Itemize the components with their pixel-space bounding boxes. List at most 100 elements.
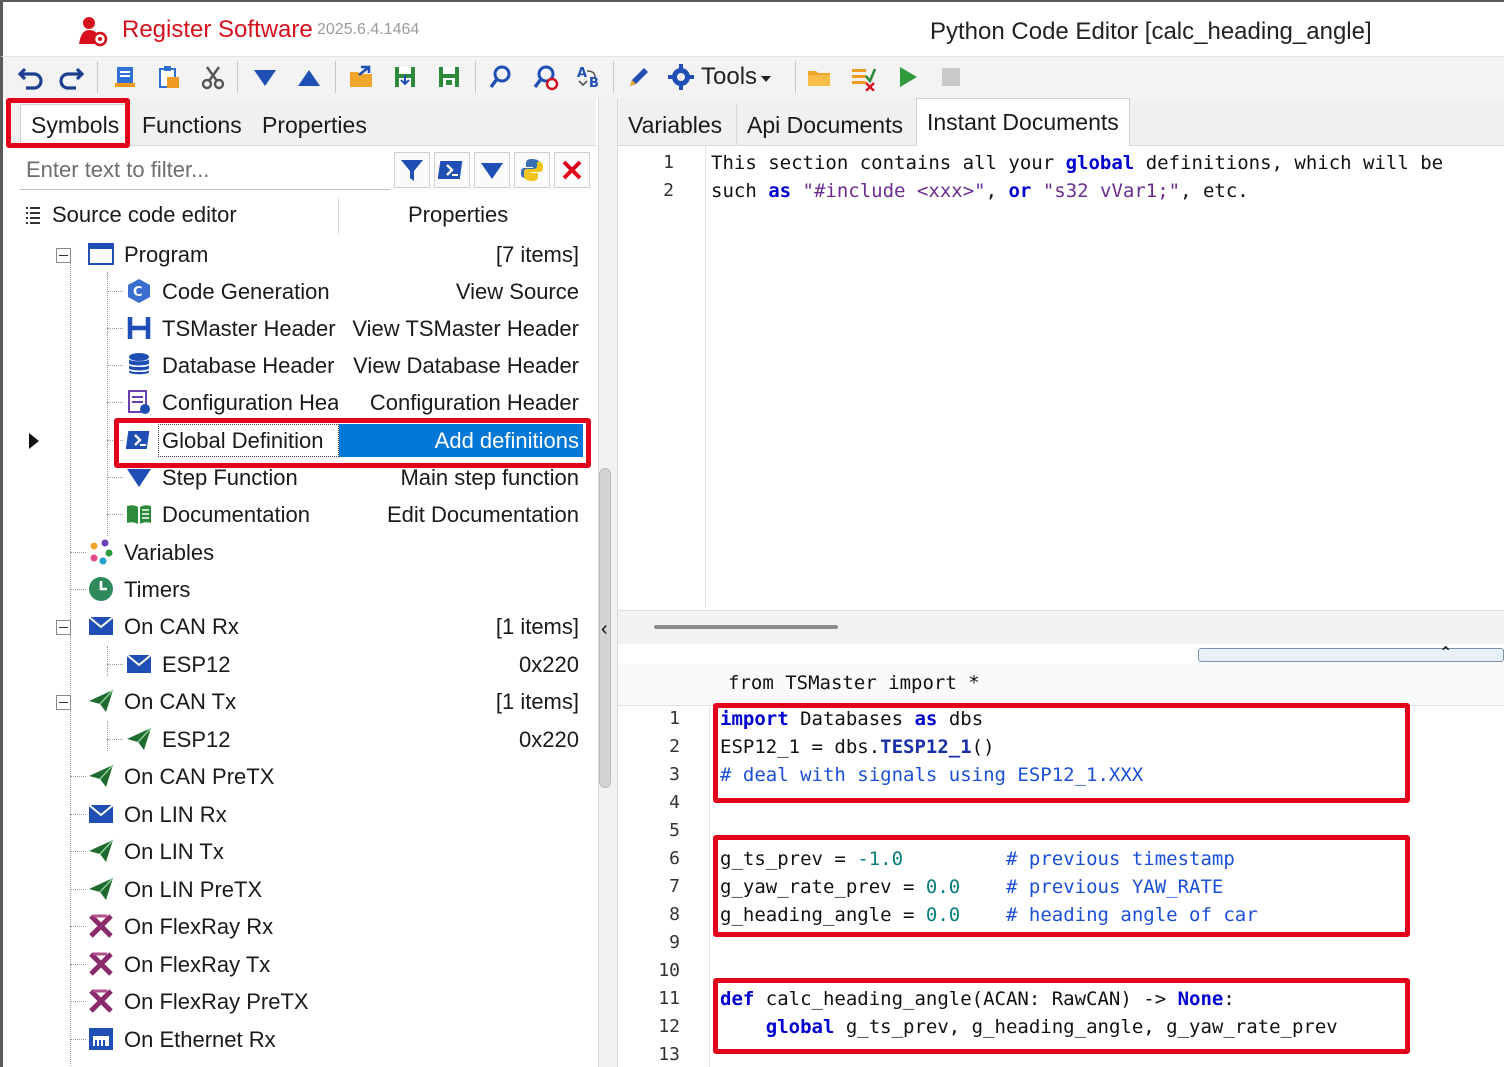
line-number-gutter: 1 2 3 4 5 6 7 8 9 10 11 12 13 <box>618 706 710 1067</box>
undo-icon[interactable] <box>15 61 47 93</box>
code-line-3: # deal with signals using ESP12_1.XXX <box>720 764 1144 786</box>
list-icon <box>26 207 40 224</box>
flexray-icon <box>87 950 115 978</box>
collapse-toggle[interactable] <box>56 695 71 710</box>
book-icon <box>125 500 153 528</box>
tree-node-database-header[interactable]: Database Header View Database Header <box>3 347 593 384</box>
tree-node-timers[interactable]: Timers <box>3 571 593 608</box>
funnel-icon[interactable] <box>394 152 430 188</box>
chevron-down-icon <box>761 76 772 82</box>
filter-input[interactable] <box>20 150 390 190</box>
envelope-icon <box>87 800 115 828</box>
tools-label: Tools <box>701 63 758 90</box>
tab-properties[interactable]: Properties <box>252 104 377 146</box>
right-tab-bar: Variables Api Documents Instant Document… <box>618 98 1504 146</box>
folder-icon[interactable] <box>803 61 835 93</box>
tree-node-label: Program <box>124 242 209 267</box>
run-icon[interactable] <box>891 61 923 93</box>
tab-instant-documents[interactable]: Instant Documents <box>916 98 1130 146</box>
tree-node-on-flexray-pretx[interactable]: On FlexRay PreTX <box>3 983 593 1020</box>
tree-node-configuration-header[interactable]: Configuration Header Configuration Heade… <box>3 384 593 421</box>
doc-line-2: such as "#include <xxx>", or "s32 vVar1;… <box>711 180 1249 202</box>
horizontal-scrollbar[interactable] <box>618 610 1504 644</box>
editor-window-title: Python Code Editor [calc_heading_angle] <box>930 18 1372 45</box>
tree-node-step-function[interactable]: Step Function Main step function <box>3 459 593 496</box>
scrollbar-thumb[interactable] <box>654 625 838 629</box>
left-tab-bar: Symbols Functions Properties <box>6 98 596 146</box>
edit-icon[interactable] <box>623 61 655 93</box>
save-icon[interactable] <box>389 61 421 93</box>
tab-functions[interactable]: Functions <box>132 104 252 146</box>
tree-node-value: [7 items] <box>495 242 579 267</box>
powershell-icon <box>125 426 153 454</box>
copy-icon[interactable] <box>109 61 141 93</box>
collapse-toggle[interactable] <box>56 248 71 263</box>
header-h-icon <box>125 314 153 342</box>
close-icon[interactable] <box>554 152 590 188</box>
search-icon[interactable] <box>485 61 517 93</box>
flexray-icon <box>87 987 115 1015</box>
tree-node-documentation[interactable]: Documentation Edit Documentation <box>3 496 593 533</box>
chevron-left-icon[interactable]: ‹ <box>601 618 608 641</box>
tab-symbols[interactable]: Symbols <box>20 104 128 146</box>
tree-node-global-definition[interactable]: Global Definition Add definitions <box>3 422 593 459</box>
send-icon <box>87 762 115 790</box>
save-all-icon[interactable] <box>433 61 465 93</box>
cut-icon[interactable] <box>197 61 229 93</box>
send-icon <box>87 687 115 715</box>
column-header-properties[interactable]: Properties <box>408 202 508 228</box>
symbols-panel: Symbols Functions Properties Source code… <box>0 98 598 1067</box>
ab-replace-icon[interactable]: AB <box>573 61 605 93</box>
send-icon <box>87 875 115 903</box>
tree-node-tsmaster-header[interactable]: TSMaster Header View TSMaster Header <box>3 310 593 347</box>
code-line-6: g_ts_prev = -1.0 # previous timestamp <box>720 848 1235 870</box>
python-icon[interactable] <box>514 152 550 188</box>
main-toolbar: AB Tools <box>0 56 1504 98</box>
tree-node-code-generation[interactable]: C Code Generation View Source <box>3 273 593 310</box>
tab-api-documents[interactable]: Api Documents <box>736 104 913 146</box>
send-icon <box>87 837 115 865</box>
collapse-panel-bar[interactable]: ⌃ <box>1198 645 1504 662</box>
tree-node-variables[interactable]: Variables <box>3 534 593 571</box>
paste-icon[interactable] <box>153 61 185 93</box>
stop-icon[interactable] <box>935 61 967 93</box>
tree-node-on-ethernet-rx[interactable]: On Ethernet Rx <box>3 1021 593 1058</box>
tree-node-on-flexray-rx[interactable]: On FlexRay Rx <box>3 908 593 945</box>
triangle-down-icon <box>125 463 153 491</box>
column-header-source[interactable]: Source code editor <box>52 202 237 228</box>
tree-node-on-can-tx[interactable]: On CAN Tx [1 items] <box>3 683 593 720</box>
tools-menu-button[interactable]: Tools <box>667 61 772 93</box>
collapse-down-icon[interactable] <box>474 152 510 188</box>
tree-node-esp12-tx[interactable]: ESP12 0x220 <box>3 721 593 758</box>
move-up-icon[interactable] <box>293 61 325 93</box>
check-edit-icon[interactable] <box>847 61 879 93</box>
tree-node-on-lin-pretx[interactable]: On LIN PreTX <box>3 871 593 908</box>
tree-node-on-can-rx[interactable]: On CAN Rx [1 items] <box>3 608 593 645</box>
tree-node-on-can-pretx[interactable]: On CAN PreTX <box>3 758 593 795</box>
code-generation-icon: C <box>125 277 153 305</box>
tree-node-esp12-rx[interactable]: ESP12 0x220 <box>3 646 593 683</box>
code-line-11: def calc_heading_angle(ACAN: RawCAN) -> … <box>720 988 1235 1010</box>
code-header-line: from TSMaster import * <box>618 664 1504 706</box>
code-line-1: import Databases as dbs <box>720 708 984 730</box>
collapse-toggle[interactable] <box>56 620 71 635</box>
chevron-up-icon: ⌃ <box>1439 645 1453 662</box>
python-code-editor[interactable]: 1 2 3 4 5 6 7 8 9 10 11 12 13 import Dat… <box>618 703 1504 1067</box>
open-folder-icon[interactable] <box>345 61 377 93</box>
tree-header: Source code editor Properties <box>20 196 596 236</box>
tree-node-on-lin-rx[interactable]: On LIN Rx <box>3 796 593 833</box>
tree-node-on-flexray-tx[interactable]: On FlexRay Tx <box>3 946 593 983</box>
tab-variables[interactable]: Variables <box>618 104 732 146</box>
tree-node-on-lin-tx[interactable]: On LIN Tx <box>3 833 593 870</box>
symbol-tree: Program [7 items] C Code Generation View… <box>3 236 601 1067</box>
powershell-icon[interactable] <box>434 152 470 188</box>
svg-text:C: C <box>133 285 143 300</box>
find-replace-icon[interactable] <box>529 61 561 93</box>
envelope-icon <box>125 650 153 678</box>
instant-document-view[interactable]: 1 2 This section contains all your globa… <box>618 146 1504 608</box>
move-down-icon[interactable] <box>249 61 281 93</box>
redo-icon[interactable] <box>55 61 87 93</box>
tree-node-program[interactable]: Program [7 items] <box>3 236 593 273</box>
flexray-icon <box>87 912 115 940</box>
configuration-icon <box>125 388 153 416</box>
